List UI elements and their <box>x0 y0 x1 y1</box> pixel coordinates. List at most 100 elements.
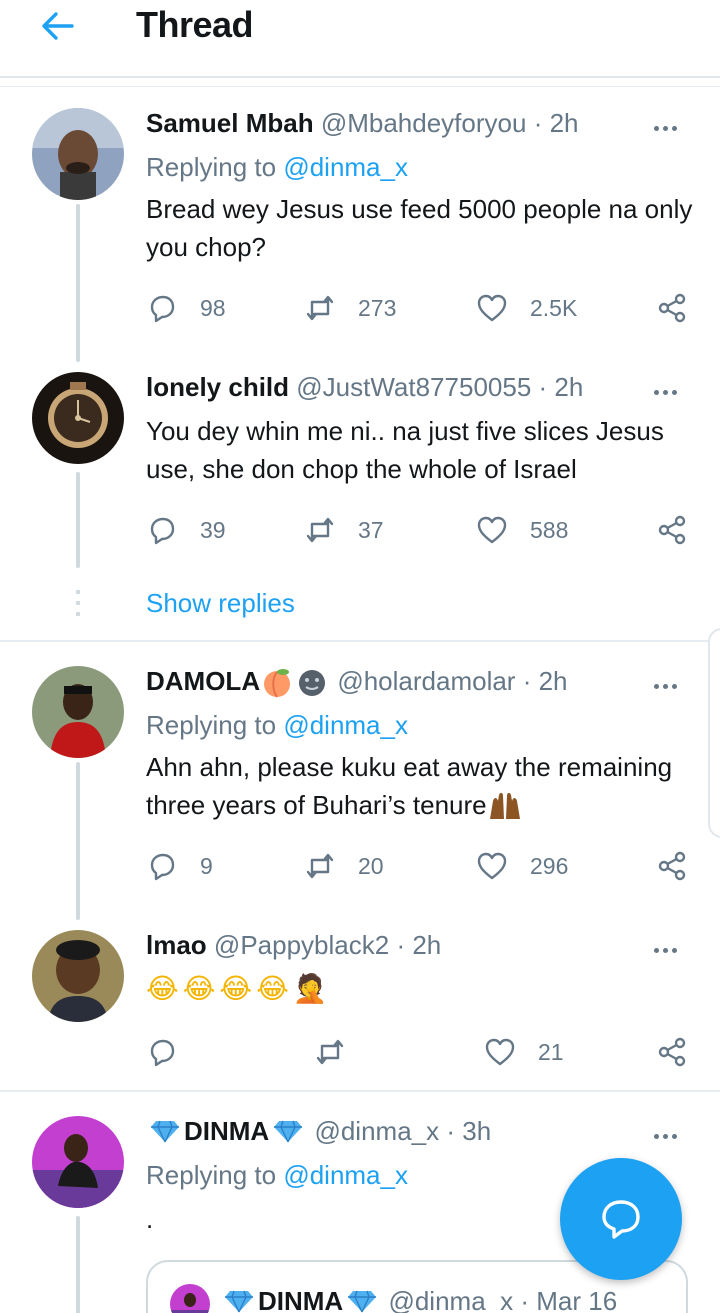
user-handle[interactable]: @holardamolar <box>337 666 515 696</box>
face-emoji-icon <box>299 670 326 697</box>
diamond-emoji-icon <box>225 1290 253 1313</box>
share-button[interactable] <box>656 848 710 884</box>
show-replies-link[interactable]: Show replies <box>146 588 295 619</box>
reply-count: 39 <box>200 516 226 543</box>
reply-icon <box>150 517 175 545</box>
back-arrow-icon[interactable] <box>38 8 78 44</box>
like-count: 2.5K <box>530 294 578 321</box>
reply-button[interactable]: 9 <box>146 848 213 884</box>
tweet-actions: 21 <box>146 1034 692 1070</box>
quote-avatar <box>170 1284 210 1313</box>
share-icon <box>658 515 686 545</box>
avatar[interactable] <box>32 1116 124 1208</box>
reply-icon <box>150 1039 175 1067</box>
divider <box>0 640 720 642</box>
diamond-emoji-icon <box>151 1120 179 1143</box>
retweet-button[interactable]: 37 <box>304 512 384 548</box>
heart-icon <box>477 516 507 544</box>
timestamp: · 3h <box>446 1116 492 1146</box>
more-options-icon[interactable] <box>654 940 684 953</box>
share-button[interactable] <box>656 1034 710 1070</box>
share-icon <box>658 851 686 881</box>
thread-line <box>76 204 80 362</box>
peach-emoji-icon <box>264 669 291 698</box>
display-name[interactable]: Samuel Mbah <box>146 108 314 138</box>
like-count: 296 <box>530 852 569 879</box>
like-button[interactable]: 588 <box>476 512 568 548</box>
reply-button[interactable]: 39 <box>146 512 226 548</box>
share-icon <box>658 293 686 323</box>
page-title: Thread <box>136 4 254 45</box>
tweet[interactable]: DAMOLA @holardamolar · 2h Replying to @d… <box>0 666 720 920</box>
display-name[interactable]: lmao <box>146 930 207 960</box>
retweet-count: 20 <box>358 852 384 879</box>
tweet-header: lonely child @JustWat87750055 · 2h <box>146 372 583 403</box>
reply-button[interactable]: 98 <box>146 290 226 326</box>
like-count: 588 <box>530 516 569 543</box>
divider <box>0 86 720 87</box>
avatar[interactable] <box>32 666 124 758</box>
tweet-text-emoji: 😂😂😂😂🤦 <box>146 973 332 1004</box>
reply-button[interactable] <box>146 1034 200 1070</box>
reply-icon <box>150 853 175 881</box>
display-name[interactable]: DINMA <box>184 1116 269 1146</box>
user-handle[interactable]: @Mbahdeyforyou <box>321 108 527 138</box>
user-handle[interactable]: @dinma_x <box>314 1116 439 1146</box>
tweet[interactable]: lmao @Pappyblack2 · 2h 😂😂😂😂🤦 21 <box>0 930 720 1080</box>
diamond-emoji-icon <box>274 1120 303 1143</box>
diamond-emoji-icon <box>348 1290 377 1313</box>
tweet-header: lmao @Pappyblack2 · 2h <box>146 930 441 961</box>
heart-icon <box>477 852 507 880</box>
replying-handle[interactable]: @dinma_x <box>283 1160 408 1190</box>
share-button[interactable] <box>656 512 710 548</box>
tweet[interactable]: lonely child @JustWat87750055 · 2h You d… <box>0 372 720 582</box>
replying-to: Replying to @dinma_x <box>146 710 408 741</box>
tweet-actions: 39 37 588 <box>146 512 692 548</box>
tweet-text: Bread wey Jesus use feed 5000 people na … <box>146 194 693 262</box>
quote-handle: @dinma_x <box>388 1286 514 1313</box>
tweet-actions: 98 273 2.5K <box>146 290 692 326</box>
avatar[interactable] <box>32 108 124 200</box>
retweet-count: 37 <box>358 516 384 543</box>
like-button[interactable]: 296 <box>476 848 568 884</box>
tweet-text: You dey whin me ni.. na just five slices… <box>146 416 664 484</box>
retweet-icon <box>316 1039 344 1065</box>
side-panel-edge <box>708 628 720 838</box>
reply-icon <box>150 295 175 323</box>
share-button[interactable] <box>656 290 710 326</box>
tweet[interactable]: Samuel Mbah @Mbahdeyforyou · 2h Replying… <box>0 108 720 362</box>
retweet-icon <box>306 853 334 879</box>
display-name[interactable]: DAMOLA <box>146 666 260 696</box>
replying-label: Replying to <box>146 152 277 182</box>
timestamp: · 2h <box>396 930 442 960</box>
user-handle[interactable]: @Pappyblack2 <box>214 930 389 960</box>
retweet-button[interactable] <box>314 1034 368 1070</box>
more-options-icon[interactable] <box>654 676 684 689</box>
chat-bubble-icon <box>602 1200 640 1239</box>
top-bar: Thread <box>0 0 720 78</box>
more-options-icon[interactable] <box>654 1126 684 1139</box>
retweet-button[interactable]: 273 <box>304 290 396 326</box>
more-options-icon[interactable] <box>654 382 684 395</box>
raised-hands-emoji-icon <box>489 792 520 820</box>
display-name[interactable]: lonely child <box>146 372 289 402</box>
retweet-icon <box>306 517 334 543</box>
replying-label: Replying to <box>146 710 277 740</box>
like-button[interactable]: 2.5K <box>476 290 577 326</box>
compose-reply-button[interactable] <box>560 1158 682 1280</box>
like-button[interactable]: 21 <box>484 1034 564 1070</box>
reply-count: 98 <box>200 294 226 321</box>
quote-timestamp: · Mar 16 <box>520 1286 618 1313</box>
retweet-button[interactable]: 20 <box>304 848 384 884</box>
avatar[interactable] <box>32 372 124 464</box>
quote-display-name: DINMA <box>258 1286 344 1313</box>
replying-handle[interactable]: @dinma_x <box>283 710 408 740</box>
timestamp: · 2h <box>533 108 579 138</box>
more-options-icon[interactable] <box>654 118 684 131</box>
like-count: 21 <box>538 1038 564 1065</box>
tweet-header: Samuel Mbah @Mbahdeyforyou · 2h <box>146 108 579 139</box>
avatar[interactable] <box>32 930 124 1022</box>
heart-icon <box>477 294 507 322</box>
user-handle[interactable]: @JustWat87750055 <box>296 372 531 402</box>
replying-handle[interactable]: @dinma_x <box>283 152 408 182</box>
